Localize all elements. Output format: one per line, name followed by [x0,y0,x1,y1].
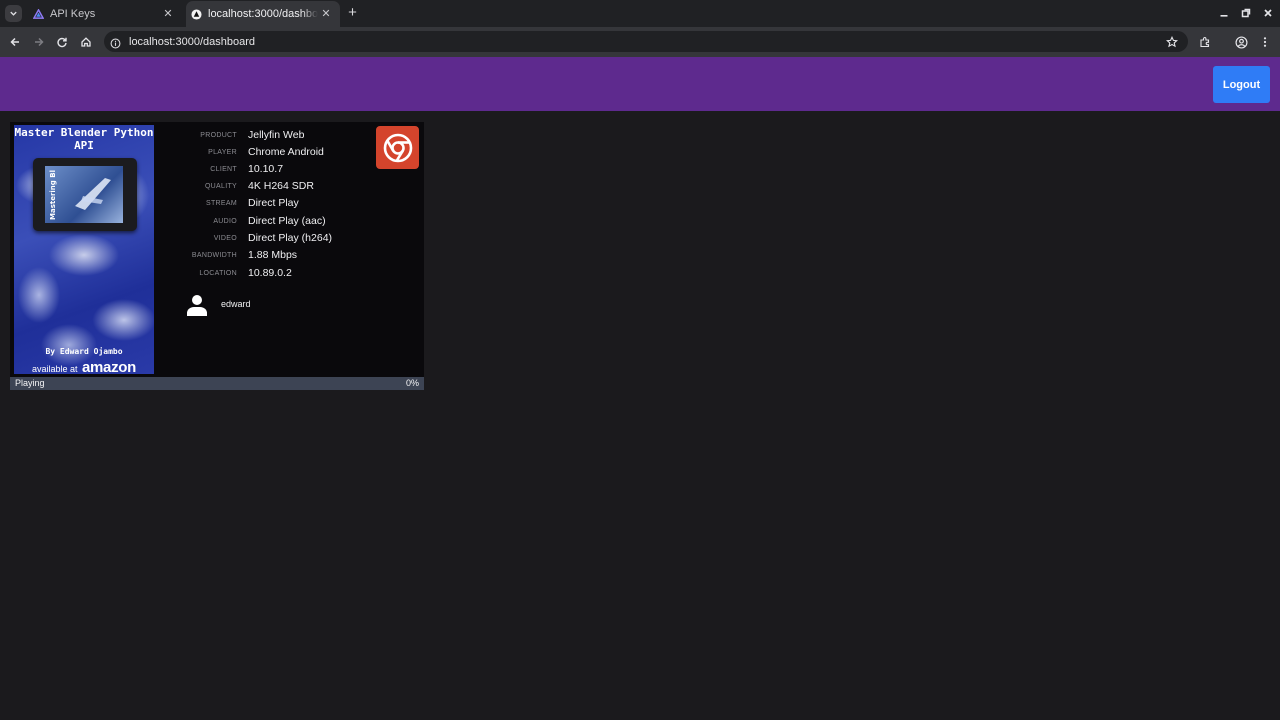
detail-row-location: LOCATION 10.89.0.2 [170,266,370,283]
detail-row-audio: AUDIO Direct Play (aac) [170,214,370,231]
tab-favicon-icon [33,8,44,20]
tab-api-keys[interactable]: API Keys ✕ [28,1,182,27]
detail-key: PLAYER [208,149,237,156]
detail-value: Jellyfin Web [248,129,305,141]
detail-value: Direct Play [248,197,299,209]
playback-percent: 0% [405,378,419,388]
detail-value: Direct Play (h264) [248,232,333,244]
bookmark-star-icon[interactable] [1165,35,1179,49]
back-arrow-icon[interactable] [8,35,22,49]
detail-row-client: CLIENT 10.10.7 [170,162,370,179]
poster-book: Mastering Blender Python API [33,158,137,231]
chrome-icon [376,126,419,169]
detail-key: PRODUCT [200,132,237,139]
chevron-down-icon [10,11,17,16]
detail-key: LOCATION [199,270,237,277]
detail-row-product: PRODUCT Jellyfin Web [170,128,370,145]
poster-book-spine-text: Mastering Blender Python API [49,170,57,220]
profile-icon[interactable] [1234,35,1248,49]
address-bar[interactable] [104,31,1188,52]
logout-button[interactable]: Logout [1213,66,1270,103]
poster-title: Master Blender Python API [14,126,154,152]
detail-value: 4K H264 SDR [248,180,314,192]
playback-status: Playing [15,378,45,388]
detail-row-stream: STREAM Direct Play [170,196,370,213]
detail-key: VIDEO [213,235,237,242]
detail-row-video: VIDEO Direct Play (h264) [170,231,370,248]
browser-tabstrip: API Keys ✕ localhost:3000/dashboard ✕ + [0,0,1280,27]
menu-dots-icon[interactable] [1258,35,1272,49]
tab-label: localhost:3000/dashboard [208,8,318,20]
minimize-icon[interactable] [1217,6,1231,20]
poster-store-line: available at amazon [14,359,154,374]
poster-title-line: API [74,139,94,152]
poster-author: By Edward Ojambo [45,347,123,356]
session-user-name: edward [221,299,251,309]
detail-value: Chrome Android [248,146,324,158]
home-icon[interactable] [79,35,93,49]
detail-value: 10.10.7 [248,163,284,175]
tab-label: API Keys [50,8,96,20]
tab-search-button[interactable] [5,5,22,22]
reload-icon[interactable] [55,35,69,49]
media-poster: Master Blender Python API Mastering Blen… [14,125,154,374]
detail-value: 1.88 Mbps [248,249,298,261]
detail-value: Direct Play (aac) [248,215,326,227]
restore-icon[interactable] [1239,6,1253,20]
tab-dashboard[interactable]: localhost:3000/dashboard ✕ [186,1,340,27]
detail-row-player: PLAYER Chrome Android [170,145,370,162]
detail-row-bandwidth: BANDWIDTH 1.88 Mbps [170,248,370,265]
detail-key: STREAM [206,200,237,207]
poster-available: available at [31,364,78,374]
detail-value: 10.89.0.2 [248,267,292,279]
detail-key: BANDWIDTH [191,252,237,259]
extensions-icon[interactable] [1198,35,1212,49]
poster-title-line: Master Blender Python [14,126,154,139]
app-header [0,57,1280,111]
tab-close-icon[interactable]: ✕ [162,8,174,20]
detail-key: CLIENT [210,166,237,173]
detail-key: AUDIO [213,218,237,225]
detail-key: QUALITY [204,183,237,190]
poster-book-text: Mastering Blender Python API [49,170,57,220]
forward-arrow-icon[interactable] [32,35,46,49]
playback-progress-bar: Playing 0% [10,377,424,390]
tab-favicon-icon [191,8,202,20]
user-icon [186,294,208,316]
site-info-icon[interactable] [110,36,121,49]
address-url[interactable]: localhost:3000/dashboard [129,36,255,48]
tab-close-icon[interactable]: ✕ [320,8,332,20]
poster-store: amazon [81,359,137,374]
new-tab-icon[interactable]: + [345,5,360,21]
detail-row-quality: QUALITY 4K H264 SDR [170,179,370,196]
close-window-icon[interactable] [1261,6,1275,20]
